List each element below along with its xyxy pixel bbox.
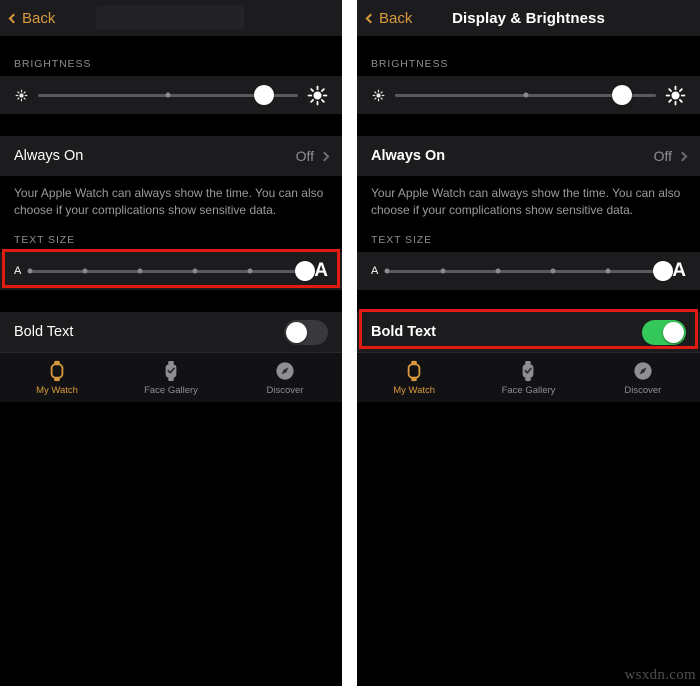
tab-face-gallery[interactable]: Face Gallery (114, 360, 228, 396)
bold-text-row[interactable]: Bold Text (0, 312, 342, 353)
back-button-label: Back (379, 9, 413, 27)
tab-my-watch[interactable]: My Watch (357, 360, 471, 396)
tab-label: Face Gallery (144, 384, 198, 396)
spacer (357, 114, 700, 136)
apple-watch-icon (406, 360, 422, 382)
bold-text-toggle[interactable] (642, 319, 686, 345)
spacer (0, 114, 342, 136)
sun-large-icon (665, 85, 686, 105)
text-size-section-header: TEXT SIZE (357, 234, 700, 253)
slider-tick (550, 268, 556, 274)
apple-watch-icon (49, 360, 65, 382)
text-size-track[interactable] (384, 260, 674, 282)
always-on-label: Always On (371, 148, 446, 164)
tab-label: Discover (266, 384, 304, 396)
spacer (0, 36, 342, 58)
brightness-knob[interactable] (254, 85, 275, 105)
slider-tick (440, 268, 446, 274)
phone-screen-right: Back Display & Brightness BRIGHTNESS Alw… (357, 0, 700, 686)
tab-discover[interactable]: Discover (228, 360, 342, 396)
bold-text-row[interactable]: Bold Text (357, 312, 700, 353)
text-size-track[interactable] (27, 260, 316, 282)
nav-bar-left: Back (0, 0, 342, 36)
always-on-row[interactable]: Always On Off (0, 136, 342, 176)
slider-tick (27, 268, 33, 274)
tab-label: Face Gallery (501, 384, 556, 396)
panel-divider (342, 0, 357, 686)
text-size-min-label: A (371, 265, 379, 278)
spacer (0, 290, 342, 313)
tab-discover[interactable]: Discover (586, 360, 700, 396)
bold-text-toggle[interactable] (284, 319, 328, 345)
slider-tick (605, 268, 611, 274)
tab-face-gallery[interactable]: Face Gallery (471, 360, 585, 396)
always-on-value: Off (295, 148, 314, 164)
always-on-footnote: Your Apple Watch can always show the tim… (0, 176, 342, 219)
slider-tick (192, 268, 198, 274)
slider-tick (495, 268, 501, 274)
text-size-min-label: A (14, 265, 22, 278)
tab-bar-right: My Watch Face Gallery Discover (357, 352, 700, 403)
nav-bar-right: Back Display & Brightness (357, 0, 700, 36)
text-size-max-label: A (314, 260, 328, 282)
bold-text-label: Bold Text (371, 324, 436, 341)
chevron-right-icon (319, 151, 330, 161)
tab-my-watch[interactable]: My Watch (0, 360, 114, 396)
text-size-max-label: A (672, 260, 686, 282)
track-line (30, 269, 306, 273)
slider-tick (247, 268, 253, 274)
text-size-slider-row[interactable]: A A (0, 252, 342, 291)
spacer (357, 218, 700, 235)
toggle-knob (286, 321, 307, 343)
spacer (357, 290, 700, 313)
compass-icon (275, 360, 295, 382)
slider-tick (137, 268, 143, 274)
text-size-knob[interactable] (295, 261, 316, 282)
chevron-right-icon (677, 151, 688, 161)
tab-label: My Watch (393, 384, 436, 396)
sun-small-icon (372, 89, 385, 101)
brightness-track[interactable] (38, 84, 298, 106)
watch-face-icon (520, 360, 536, 382)
brightness-slider-row[interactable] (0, 76, 342, 114)
slider-tick (384, 268, 390, 274)
text-size-knob[interactable] (653, 261, 674, 282)
text-size-slider-row[interactable]: A A (357, 252, 700, 291)
screenshot-stage: Back BRIGHTNESS Always On Off Your Apple… (0, 0, 700, 686)
compass-icon (633, 360, 653, 382)
back-button[interactable]: Back (8, 9, 56, 27)
phone-screen-left: Back BRIGHTNESS Always On Off Your Apple… (0, 0, 342, 686)
redaction-overlay (96, 6, 244, 30)
always-on-footnote: Your Apple Watch can always show the tim… (357, 176, 700, 219)
chevron-left-icon (365, 13, 376, 23)
always-on-value: Off (653, 148, 672, 164)
slider-tick (82, 268, 88, 274)
tab-label: Discover (624, 384, 662, 396)
watch-face-icon (163, 360, 179, 382)
text-size-section-header: TEXT SIZE (0, 234, 342, 253)
bold-text-label: Bold Text (14, 324, 74, 341)
brightness-slider-row[interactable] (357, 76, 700, 114)
always-on-label: Always On (14, 148, 84, 164)
brightness-section-header: BRIGHTNESS (357, 58, 700, 76)
slider-tick (523, 92, 528, 98)
sun-small-icon (15, 89, 28, 101)
toggle-knob (663, 321, 684, 343)
brightness-knob[interactable] (612, 85, 633, 105)
track-line (387, 269, 664, 273)
spacer (357, 36, 700, 58)
spacer (0, 218, 342, 235)
brightness-section-header: BRIGHTNESS (0, 58, 342, 76)
back-button[interactable]: Back (365, 9, 413, 27)
slider-tick (165, 92, 171, 98)
back-button-label: Back (22, 9, 56, 27)
chevron-left-icon (8, 13, 19, 23)
tab-label: My Watch (36, 384, 78, 396)
brightness-track[interactable] (395, 84, 656, 106)
watermark: wsxdn.com (624, 667, 696, 683)
sun-large-icon (307, 85, 328, 105)
always-on-row[interactable]: Always On Off (357, 136, 700, 176)
tab-bar-left: My Watch Face Gallery Discover (0, 352, 342, 403)
